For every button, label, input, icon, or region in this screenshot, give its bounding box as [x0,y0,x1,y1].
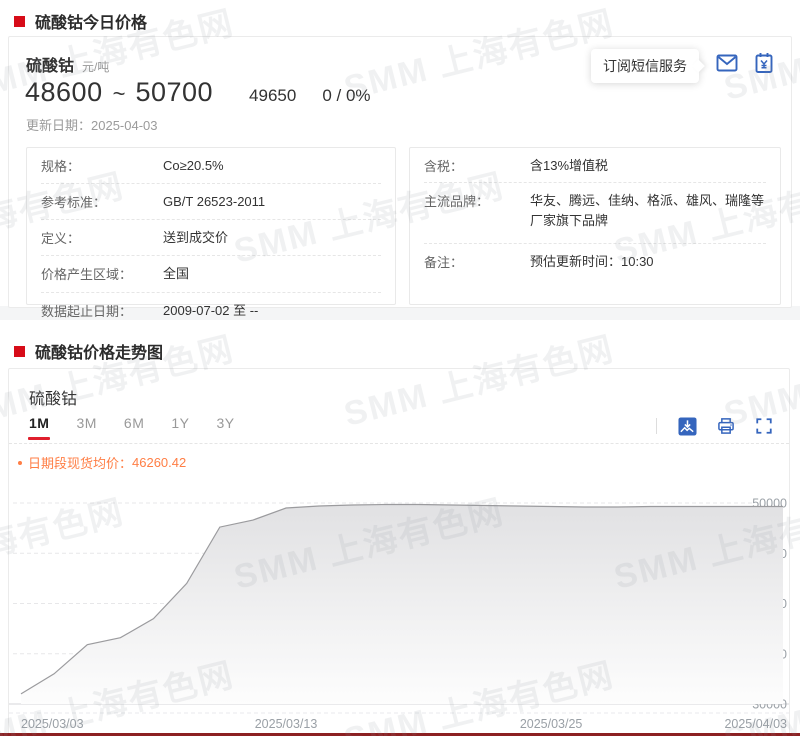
orange-dot-icon [18,461,22,465]
red-square-bullet [14,16,25,27]
price-card-icons [714,50,777,76]
period-average-value: 46260.42 [132,455,186,470]
spec-table-right: 含税：含13%增值税主流品牌：华友、腾远、佳纳、格派、雄风、瑞隆等厂家旗下品牌备… [409,147,781,305]
spec-row: 规格：Co≥20.5% [27,148,395,184]
tab-6m[interactable]: 6M [124,415,144,440]
product-name: 硫酸钴 [26,52,74,76]
spec-value: 预估更新时间：10:30 [530,252,766,297]
tab-3m[interactable]: 3M [76,415,96,440]
price-row: 48600 ~ 50700 49650 0 / 0% [25,77,371,108]
toolbox-divider [656,418,657,434]
fullscreen-icon[interactable] [755,417,773,435]
section-title-text: 硫酸钴价格走势图 [35,339,163,363]
spec-label: 参考标准： [41,192,163,212]
spec-value: 华友、腾远、佳纳、格派、雄风、瑞隆等厂家旗下品牌 [530,191,766,236]
tab-1m[interactable]: 1M [29,415,49,440]
spec-row: 主流品牌：华友、腾远、佳纳、格派、雄风、瑞隆等厂家旗下品牌 [410,183,780,244]
spec-label: 含税： [424,156,530,175]
tab-3y[interactable]: 3Y [216,415,234,440]
spec-value: GB/T 26523-2011 [163,192,381,212]
spec-row: 数据起止日期：2009-07-02 至 -- [27,293,395,328]
printer-icon[interactable] [716,416,736,436]
price-range-separator: ~ [113,81,126,107]
spec-value: 含13%增值税 [530,156,766,175]
svg-text:2025/04/03: 2025/04/03 [724,717,787,731]
price-low: 48600 [25,77,103,108]
mail-icon[interactable] [714,50,740,76]
svg-text:2025/03/13: 2025/03/13 [255,717,318,731]
spec-row: 价格产生区域：全国 [27,256,395,292]
spec-label: 定义： [41,228,163,248]
spec-value: 送到成交价 [163,228,381,248]
save-image-icon[interactable] [678,417,697,436]
chart-toolbox [656,416,773,436]
spec-value: 全国 [163,264,381,284]
tabs-separator [9,443,789,444]
spec-value: 2009-07-02 至 -- [163,301,381,321]
update-date: 更新日期：2025-04-03 [26,115,158,134]
spec-row: 含税：含13%增值税 [410,148,780,183]
spec-value: Co≥20.5% [163,156,381,176]
spec-row: 备注：预估更新时间：10:30 [410,244,780,304]
subscribe-sms-tooltip[interactable]: 订阅短信服务 [591,49,699,83]
average-price: 49650 [249,86,296,106]
spec-label: 备注： [424,252,530,297]
section-title-text: 硫酸钴今日价格 [35,9,147,33]
spec-row: 定义：送到成交价 [27,220,395,256]
spec-table-left: 规格：Co≥20.5%参考标准：GB/T 26523-2011定义：送到成交价价… [26,147,396,305]
price-subscribe-icon[interactable] [751,50,777,76]
section-title-today-price: 硫酸钴今日价格 [14,9,147,33]
period-tabs: 1M 3M 6M 1Y 3Y [29,415,235,440]
unit-label: 元/吨 [82,58,109,75]
spec-label: 数据起止日期： [41,301,163,321]
spec-label: 价格产生区域： [41,264,163,284]
section-title-trend-chart: 硫酸钴价格走势图 [14,339,163,363]
tab-1y[interactable]: 1Y [171,415,189,440]
price-high: 50700 [135,77,213,108]
red-square-bullet [14,346,25,357]
spec-label: 规格： [41,156,163,176]
spec-label: 主流品牌： [424,191,530,236]
spec-row: 参考标准：GB/T 26523-2011 [27,184,395,220]
price-card: 硫酸钴 元/吨 订阅短信服务 48600 ~ 50700 49650 0 / 0… [8,36,792,308]
trend-chart-card: 硫酸钴 1M 3M 6M 1Y 3Y [8,368,790,736]
svg-text:2025/03/25: 2025/03/25 [520,717,583,731]
price-trend-chart[interactable]: 30000350004000045000500002025/03/032025/… [9,469,789,735]
svg-text:2025/03/03: 2025/03/03 [21,717,84,731]
chart-title: 硫酸钴 [29,385,77,409]
price-change: 0 / 0% [322,86,370,106]
product-row: 硫酸钴 元/吨 [26,52,109,76]
